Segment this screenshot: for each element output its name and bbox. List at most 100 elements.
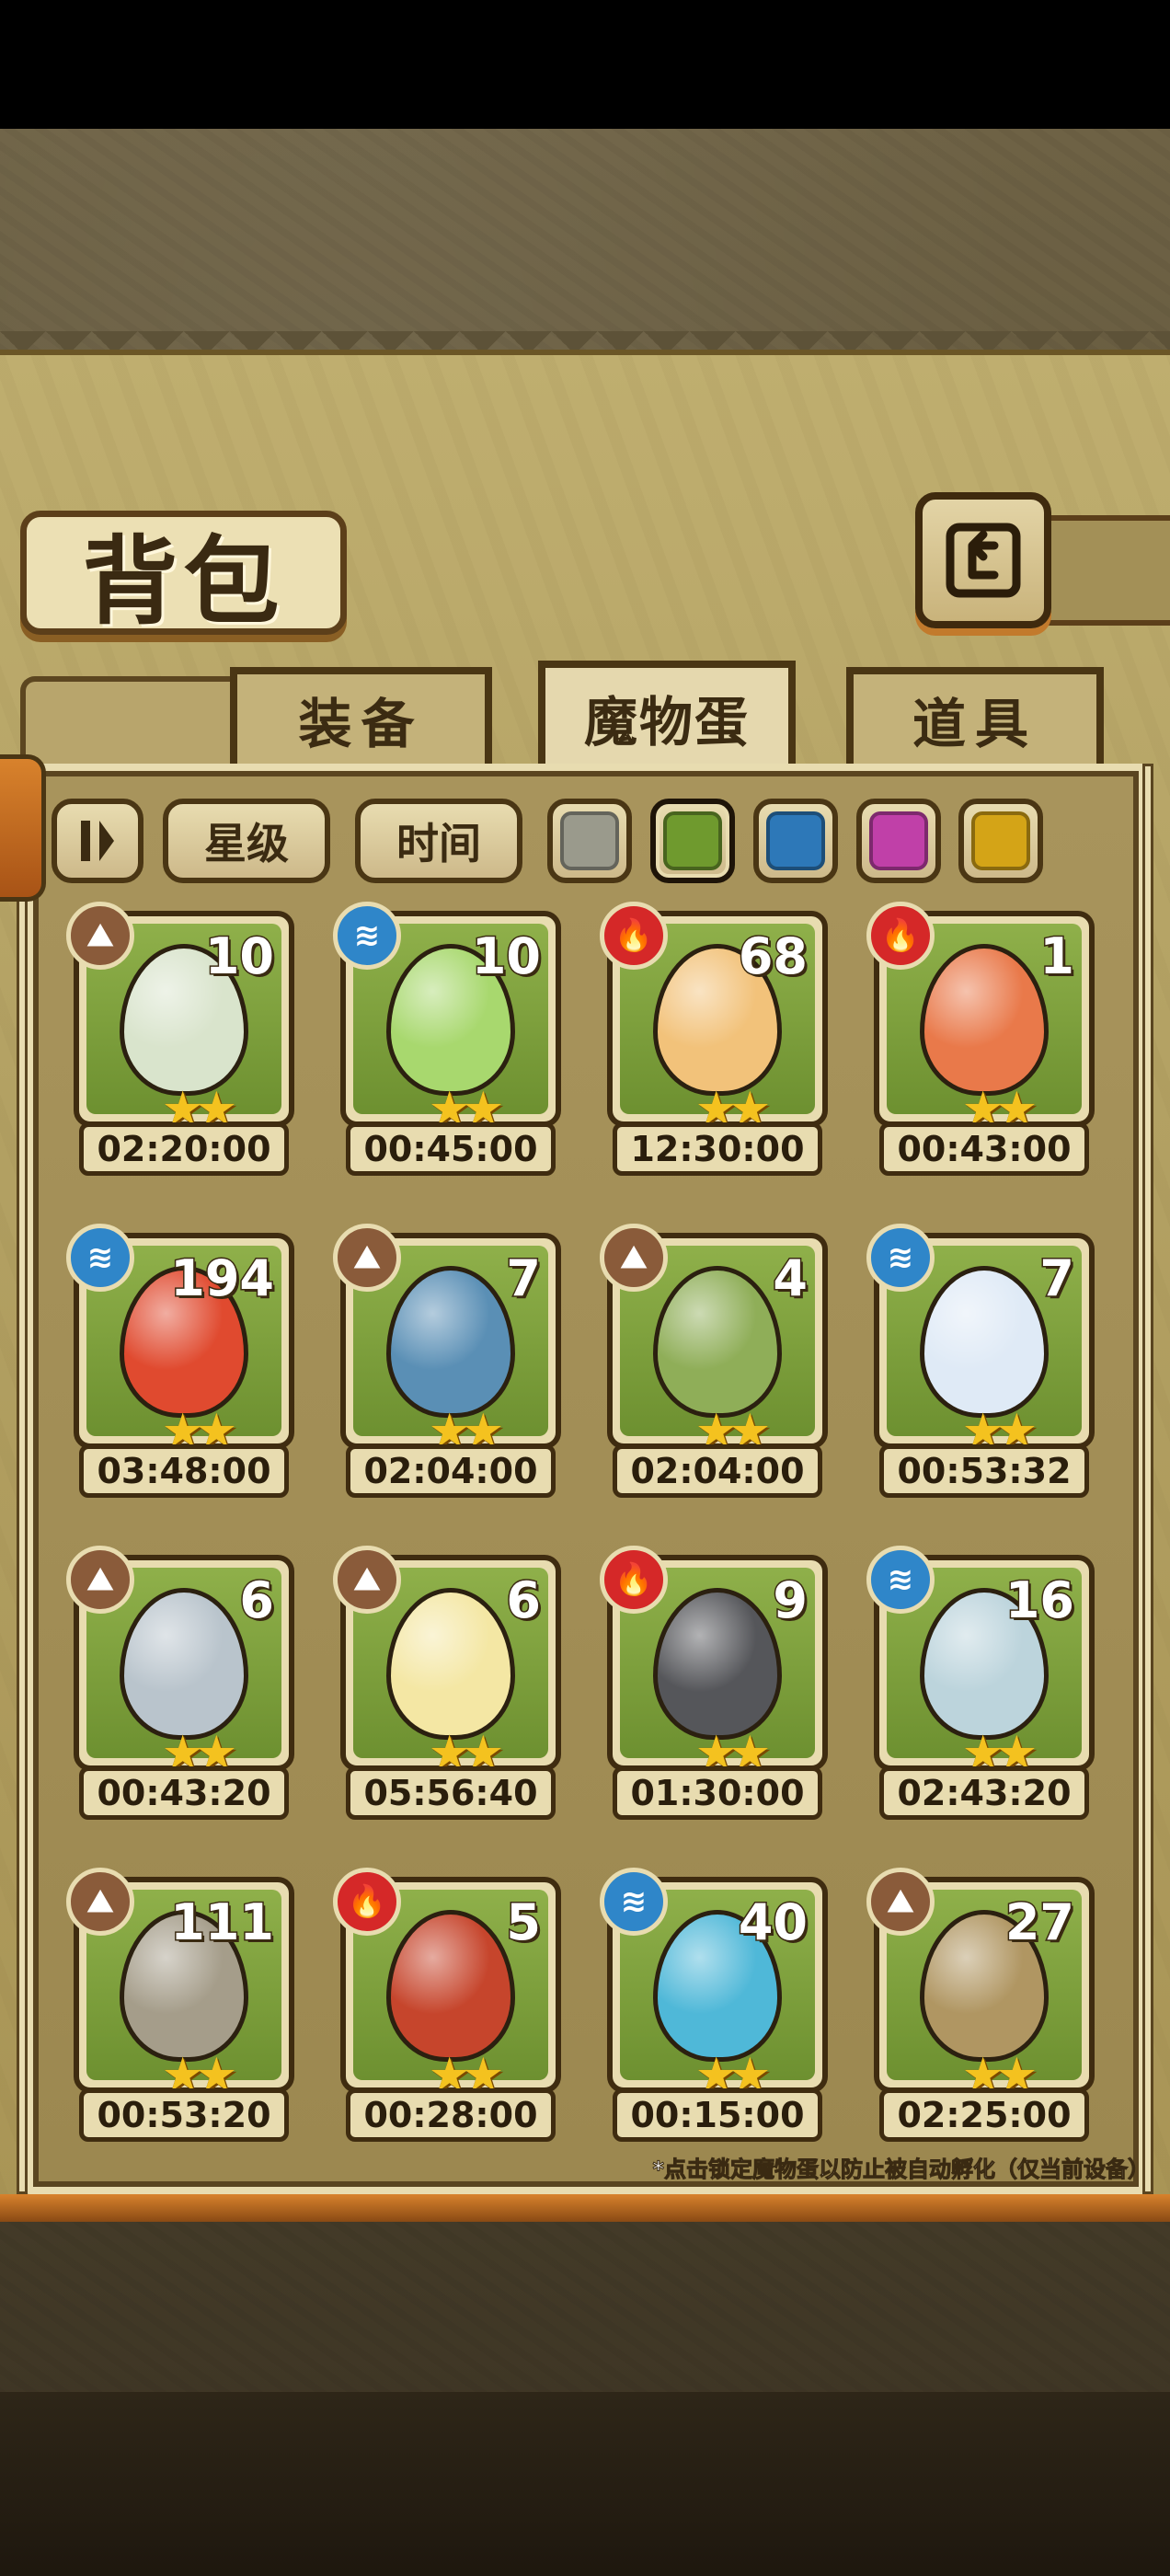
egg-card[interactable]: ★★ 6 ⛰ 00:43:20 <box>66 1546 294 1822</box>
egg-count: 7 <box>505 1248 543 1309</box>
hatch-timer: 02:43:20 <box>879 1766 1089 1820</box>
mountain-icon: ⛰ <box>600 1224 668 1292</box>
tab-monster-eggs-label: 魔物蛋 <box>583 690 750 753</box>
hatch-timer: 02:25:00 <box>879 2088 1089 2142</box>
egg-card[interactable]: ★★ 194 ≋ 03:48:00 <box>66 1224 294 1500</box>
egg-count: 7 <box>1038 1248 1076 1309</box>
egg-count: 4 <box>772 1248 809 1309</box>
mountain-icon: ⛰ <box>866 1868 935 1936</box>
sort-by-time-button[interactable]: 时间 <box>355 799 522 883</box>
color-chip <box>869 811 928 870</box>
hatch-timer: 01:30:00 <box>613 1766 822 1820</box>
flame-icon: 🔥 <box>600 1546 668 1614</box>
egg-card[interactable]: ★★ 6 ⛰ 05:56:40 <box>333 1546 561 1822</box>
egg-card[interactable]: ★★ 9 🔥 01:30:00 <box>600 1546 828 1822</box>
wave-icon: ≋ <box>866 1224 935 1292</box>
status-bar <box>0 0 1170 129</box>
egg-count: 6 <box>238 1570 276 1631</box>
sort-toggle-button[interactable] <box>52 799 143 883</box>
color-filter-3[interactable] <box>753 799 838 883</box>
sort-toggle-icon <box>81 821 114 861</box>
lock-hint-footnote: *点击锁定魔物蛋以防止被自动孵化（仅当前设备） <box>652 2156 1151 2183</box>
flame-icon: 🔥 <box>866 902 935 970</box>
hatch-timer: 02:20:00 <box>79 1122 289 1176</box>
wave-icon: ≋ <box>866 1546 935 1614</box>
back-arrow-icon <box>946 523 1021 598</box>
wave-icon: ≋ <box>333 902 401 970</box>
monster-egg-image <box>653 1266 782 1418</box>
egg-card[interactable]: ★★ 10 ⛰ 02:20:00 <box>66 902 294 1178</box>
color-chip <box>971 811 1030 870</box>
mountain-icon: ⛰ <box>66 1546 134 1614</box>
tab-equipment-label: 装备 <box>298 692 424 755</box>
egg-card[interactable]: ★★ 5 🔥 00:28:00 <box>333 1868 561 2144</box>
egg-card[interactable]: ★★ 40 ≋ 00:15:00 <box>600 1868 828 2144</box>
egg-count: 9 <box>772 1570 809 1631</box>
egg-card[interactable]: ★★ 111 ⛰ 00:53:20 <box>66 1868 294 2144</box>
hatch-timer: 03:48:00 <box>79 1444 289 1498</box>
page-title-plate: 背包 <box>20 511 347 638</box>
tab-equipment[interactable]: 装备 <box>230 667 492 764</box>
sort-by-stars-button[interactable]: 星级 <box>163 799 330 883</box>
bottom-background <box>0 2392 1170 2576</box>
panel-bottom-border <box>0 2194 1170 2222</box>
side-tab-badge[interactable] <box>0 754 46 902</box>
color-filter-1[interactable] <box>547 799 632 883</box>
monster-egg-image <box>653 1588 782 1740</box>
egg-card[interactable]: ★★ 7 ≋ 00:53:32 <box>866 1224 1095 1500</box>
color-filter-4[interactable] <box>856 799 941 883</box>
egg-count: 1 <box>1038 926 1076 987</box>
egg-count: 6 <box>505 1570 543 1631</box>
egg-card[interactable]: ★★ 10 ≋ 00:45:00 <box>333 902 561 1178</box>
egg-count: 16 <box>1004 1570 1075 1631</box>
hatch-timer: 00:45:00 <box>346 1122 556 1176</box>
egg-count: 10 <box>203 926 275 987</box>
egg-card[interactable]: ★★ 1 🔥 00:43:00 <box>866 902 1095 1178</box>
color-chip <box>560 811 619 870</box>
color-filter-2[interactable] <box>650 799 735 883</box>
monster-egg-image <box>386 1588 515 1740</box>
mountain-icon: ⛰ <box>333 1546 401 1614</box>
hatch-timer: 12:30:00 <box>613 1122 822 1176</box>
egg-card[interactable]: ★★ 16 ≋ 02:43:20 <box>866 1546 1095 1822</box>
egg-card[interactable]: ★★ 4 ⛰ 02:04:00 <box>600 1224 828 1500</box>
egg-count: 194 <box>169 1248 276 1309</box>
mountain-icon: ⛰ <box>66 902 134 970</box>
hatch-timer: 05:56:40 <box>346 1766 556 1820</box>
mountain-icon: ⛰ <box>333 1224 401 1292</box>
hatch-timer: 00:53:20 <box>79 2088 289 2142</box>
left-rail <box>17 764 28 2194</box>
flame-icon: 🔥 <box>600 902 668 970</box>
back-button[interactable] <box>915 492 1051 628</box>
color-chip <box>663 811 722 870</box>
page-title: 背包 <box>82 524 285 638</box>
tab-items[interactable]: 道具 <box>846 667 1104 764</box>
flame-icon: 🔥 <box>333 1868 401 1936</box>
wave-icon: ≋ <box>600 1868 668 1936</box>
monster-egg-image <box>386 1910 515 2062</box>
monster-egg-image <box>920 944 1049 1096</box>
egg-count: 27 <box>1004 1892 1075 1953</box>
color-filter-5[interactable] <box>958 799 1043 883</box>
egg-count: 111 <box>169 1892 276 1953</box>
monster-egg-image <box>120 1588 248 1740</box>
hatch-timer: 02:04:00 <box>346 1444 556 1498</box>
sort-by-stars-label: 星级 <box>204 819 289 868</box>
hatch-timer: 00:43:00 <box>879 1122 1089 1176</box>
egg-count: 5 <box>505 1892 543 1953</box>
monster-egg-image <box>920 1266 1049 1418</box>
mountain-icon: ⛰ <box>66 1868 134 1936</box>
wave-icon: ≋ <box>66 1224 134 1292</box>
egg-count: 68 <box>737 926 809 987</box>
tab-items-label: 道具 <box>912 692 1038 755</box>
egg-card[interactable]: ★★ 27 ⛰ 02:25:00 <box>866 1868 1095 2144</box>
hatch-timer: 00:43:20 <box>79 1766 289 1820</box>
color-chip <box>766 811 825 870</box>
monster-egg-image <box>386 1266 515 1418</box>
right-rail <box>1142 764 1153 2194</box>
egg-count: 10 <box>470 926 542 987</box>
egg-count: 40 <box>737 1892 809 1953</box>
tab-monster-eggs[interactable]: 魔物蛋 <box>538 661 796 766</box>
egg-card[interactable]: ★★ 7 ⛰ 02:04:00 <box>333 1224 561 1500</box>
egg-card[interactable]: ★★ 68 🔥 12:30:00 <box>600 902 828 1178</box>
